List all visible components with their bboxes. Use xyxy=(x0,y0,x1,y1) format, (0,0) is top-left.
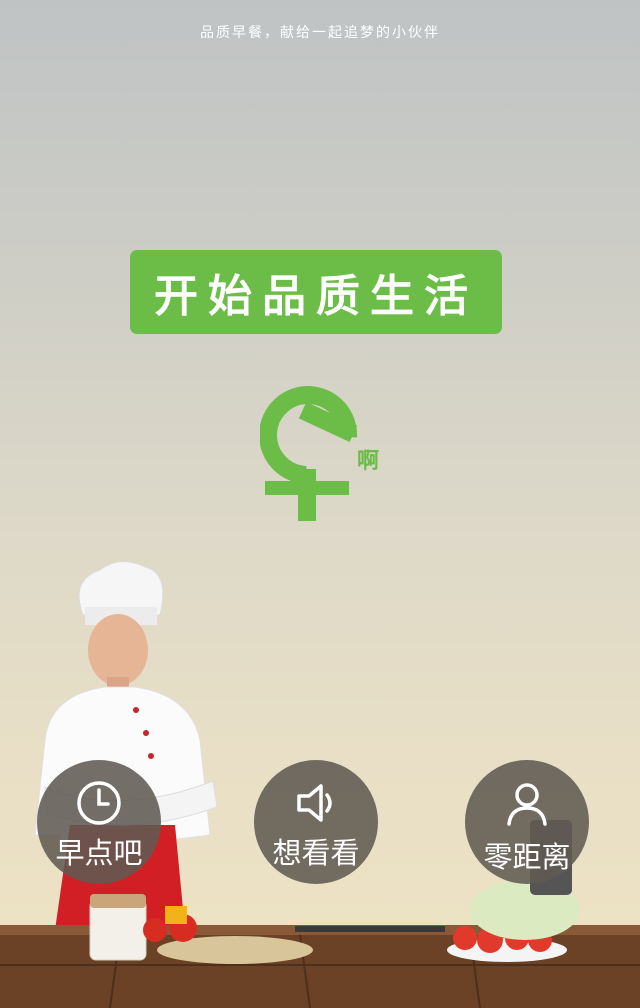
watch-button[interactable]: 想看看 xyxy=(254,760,378,884)
breakfast-label: 早点吧 xyxy=(55,836,143,870)
clock-icon xyxy=(77,781,121,825)
start-quality-life-banner[interactable]: 开始品质生活 xyxy=(130,250,502,334)
zero-distance-label: 零距离 xyxy=(483,840,571,874)
speaker-icon xyxy=(297,784,332,822)
user-icon xyxy=(507,783,547,826)
logo-text: 啊 xyxy=(357,449,380,474)
banner-text: 开始品质生活 xyxy=(154,271,478,322)
tagline: 品质早餐，献给一起追梦的小伙伴 xyxy=(200,25,440,41)
breakfast-button[interactable]: 早点吧 xyxy=(37,760,161,884)
watch-label: 想看看 xyxy=(272,836,360,870)
zero-distance-button[interactable]: 零距离 xyxy=(465,760,589,884)
